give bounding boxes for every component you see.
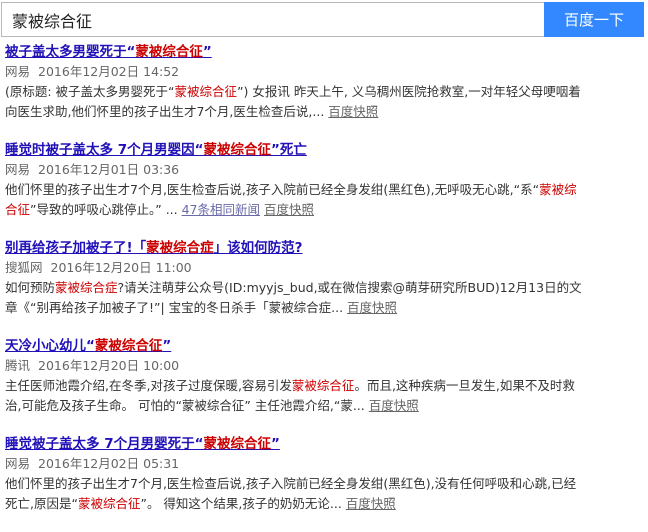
result-snippet: 如何预防蒙被综合症?请关注萌芽公众号(ID:myyjs_bud,或在微信搜索@萌… [5, 278, 585, 318]
result-date: 2016年12月02日 14:52 [38, 64, 180, 79]
result-snippet: 他们怀里的孩子出生才7个月,医生检查后说,孩子入院前已经全身发绀(黑红色),无呼… [5, 180, 585, 220]
title-text: 被子盖太多男婴死于“ [5, 44, 136, 60]
title-text-end: ”死亡 [270, 142, 307, 158]
result-snippet: 他们怀里的孩子出生才7个月,医生检查后说,孩子入院前已经全身发绀(黑红色),没有… [5, 474, 585, 514]
result-item: 天冷小心幼儿“蒙被综合征” 腾讯 2016年12月20日 10:00 主任医师池霞… [5, 336, 595, 416]
title-text: 天冷小心幼儿“ [5, 338, 95, 354]
snippet-text: (原标题: 被子盖太多男婴死于“ [5, 84, 175, 99]
result-meta: 网易 2016年12月02日 14:52 [5, 62, 595, 82]
title-text: 别再给孩子加被子了!「 [5, 240, 147, 256]
result-source: 网易 [5, 162, 31, 177]
result-date: 2016年12月20日 10:00 [38, 358, 180, 373]
search-bar: 百度一下 [1, 2, 644, 37]
snippet-highlight: 蒙被综合征 [291, 378, 355, 393]
cache-link[interactable]: 百度快照 [264, 202, 314, 217]
snippet-text: 如何预防 [5, 280, 56, 295]
results-list: 被子盖太多男婴死于“蒙被综合征” 网易 2016年12月02日 14:52 (原标… [5, 42, 595, 532]
snippet-text-end: ”。 得知这个结果,孩子的奶奶无论... [140, 496, 346, 511]
title-highlight: 蒙被综合征 [203, 436, 271, 452]
title-highlight: 蒙被综合症 [146, 240, 214, 256]
search-button[interactable]: 百度一下 [544, 2, 644, 37]
result-meta: 网易 2016年12月02日 05:31 [5, 454, 595, 474]
title-text-end: ” [202, 44, 212, 60]
result-source: 腾讯 [5, 358, 31, 373]
title-text-end: ” [270, 436, 280, 452]
result-meta: 网易 2016年12月01日 03:36 [5, 160, 595, 180]
title-text: 睡觉被子盖太多 7个月男婴死于“ [5, 436, 204, 452]
result-date: 2016年12月20日 11:00 [50, 260, 192, 275]
title-highlight: 蒙被综合征 [94, 338, 163, 354]
snippet-text: 主任医师池霞介绍,在冬季,对孩子过度保暖,容易引发 [5, 378, 292, 393]
result-item: 睡觉时被子盖太多 7个月男婴因“蒙被综合征”死亡 网易 2016年12月01日 0… [5, 140, 595, 220]
result-snippet: (原标题: 被子盖太多男婴死于“蒙被综合征”) 女报讯 昨天上午, 义乌稠州医院… [5, 82, 585, 122]
result-date: 2016年12月01日 03:36 [38, 162, 180, 177]
cache-link[interactable]: 百度快照 [347, 300, 397, 315]
snippet-highlight: 蒙被综合征 [77, 496, 141, 511]
snippet-highlight: 蒙被综合症 [55, 280, 118, 295]
related-news-link[interactable]: 47条相同新闻 [182, 202, 260, 217]
snippet-text-end: ”导致的呼吸心跳停止。” ... [30, 202, 182, 217]
result-source: 网易 [5, 64, 31, 79]
title-text-end: ” [162, 338, 172, 354]
result-item: 被子盖太多男婴死于“蒙被综合征” 网易 2016年12月02日 14:52 (原标… [5, 42, 595, 122]
result-snippet: 主任医师池霞介绍,在冬季,对孩子过度保暖,容易引发蒙被综合征。而且,这种疾病一旦… [5, 376, 585, 416]
result-title-link[interactable]: 睡觉时被子盖太多 7个月男婴因“蒙被综合征”死亡 [5, 140, 595, 160]
result-title-link[interactable]: 天冷小心幼儿“蒙被综合征” [5, 336, 595, 356]
title-highlight: 蒙被综合征 [135, 44, 203, 60]
cache-link[interactable]: 百度快照 [346, 496, 396, 511]
result-date: 2016年12月02日 05:31 [38, 456, 180, 471]
snippet-text: 他们怀里的孩子出生才7个月,医生检查后说,孩子入院前已经全身发绀(黑红色),无呼… [5, 182, 540, 197]
result-item: 睡觉被子盖太多 7个月男婴死于“蒙被综合征” 网易 2016年12月02日 05:… [5, 434, 595, 514]
result-source: 网易 [5, 456, 31, 471]
result-meta: 腾讯 2016年12月20日 10:00 [5, 356, 595, 376]
title-highlight: 蒙被综合征 [203, 142, 271, 158]
snippet-highlight: 蒙被综合征 [174, 84, 238, 99]
result-item: 别再给孩子加被子了!「蒙被综合症」该如何防范? 搜狐网 2016年12月20日 1… [5, 238, 595, 318]
result-title-link[interactable]: 被子盖太多男婴死于“蒙被综合征” [5, 42, 595, 62]
result-title-link[interactable]: 睡觉被子盖太多 7个月男婴死于“蒙被综合征” [5, 434, 595, 454]
title-text-end: 」该如何防范? [213, 240, 303, 256]
result-source: 搜狐网 [5, 260, 43, 275]
cache-link[interactable]: 百度快照 [328, 104, 378, 119]
title-text: 睡觉时被子盖太多 7个月男婴因“ [5, 142, 204, 158]
cache-link[interactable]: 百度快照 [369, 398, 419, 413]
search-input[interactable] [1, 2, 544, 37]
result-title-link[interactable]: 别再给孩子加被子了!「蒙被综合症」该如何防范? [5, 238, 595, 258]
result-meta: 搜狐网 2016年12月20日 11:00 [5, 258, 595, 278]
